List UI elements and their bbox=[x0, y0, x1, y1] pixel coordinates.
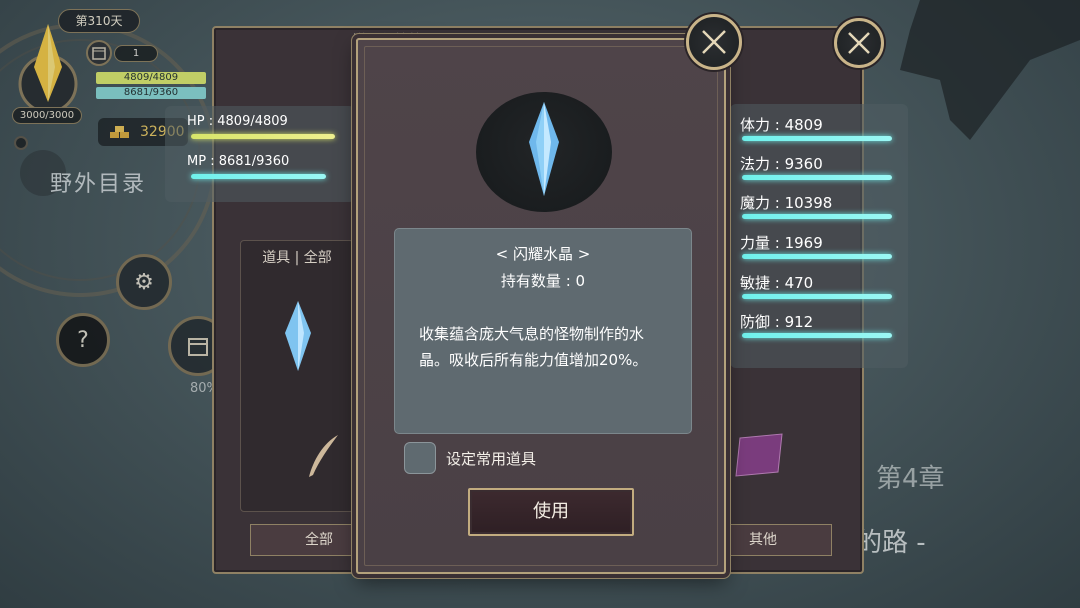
item-name: < 闪耀水晶 > bbox=[495, 245, 591, 263]
storage-close-button[interactable] bbox=[834, 18, 884, 68]
hp-counter: 3000/3000 bbox=[12, 107, 82, 124]
question-icon: ? bbox=[77, 327, 89, 353]
stat-bar bbox=[742, 333, 892, 338]
favorite-item-label: 设定常用道具 bbox=[446, 450, 537, 468]
mp-bar bbox=[191, 174, 326, 179]
stat-agility: 敏捷 : 470 bbox=[740, 274, 814, 292]
stat-bar bbox=[742, 136, 892, 141]
hp-label: HP : 4809/4809 bbox=[187, 114, 288, 129]
hp-bar bbox=[191, 134, 335, 139]
stat-row-strength: 力量 : 1969 bbox=[740, 232, 900, 259]
chapter-title: 第4章 bbox=[876, 464, 945, 494]
item-portrait bbox=[476, 92, 612, 212]
blue-crystal-icon[interactable] bbox=[281, 299, 315, 373]
close-x-icon bbox=[848, 32, 870, 54]
field-menu-title: 野外目录 bbox=[50, 172, 147, 197]
calendar-icon bbox=[188, 338, 208, 356]
calendar-icon[interactable] bbox=[86, 40, 112, 66]
settings-button[interactable]: ⚙ bbox=[116, 254, 172, 310]
calendar-count: 1 bbox=[114, 45, 158, 62]
gears-icon: ⚙ bbox=[134, 269, 154, 295]
hud-dot bbox=[14, 136, 28, 150]
map-silhouette bbox=[900, 0, 1080, 140]
blue-crystal-icon bbox=[529, 102, 559, 196]
item-list: 道具 | 全部 bbox=[240, 240, 354, 512]
stat-stamina: 体力 : 4809 bbox=[740, 116, 823, 134]
stat-strength: 力量 : 1969 bbox=[740, 234, 823, 252]
help-button[interactable]: ? bbox=[56, 313, 110, 367]
favorite-item-checkbox[interactable] bbox=[404, 442, 436, 474]
stat-row-mana: 法力 : 9360 bbox=[740, 153, 900, 180]
item-list-header: 道具 | 全部 bbox=[262, 250, 332, 266]
stat-bar bbox=[742, 294, 892, 299]
stat-mana: 法力 : 9360 bbox=[740, 155, 823, 173]
item-description: 收集蕴含庞大气息的怪物制作的水晶。吸收后所有能力值增加20%。 bbox=[419, 325, 648, 369]
use-button[interactable]: 使用 bbox=[468, 488, 634, 536]
stat-row-stamina: 体力 : 4809 bbox=[740, 114, 900, 141]
purple-cloth-icon[interactable] bbox=[732, 432, 788, 478]
stat-bar bbox=[742, 175, 892, 180]
stat-row-magic: 魔力 : 10398 bbox=[740, 192, 900, 219]
dialog-close-button[interactable] bbox=[686, 14, 742, 70]
stat-bar bbox=[742, 214, 892, 219]
mp-mini-bar: 8681/9360 bbox=[96, 87, 206, 99]
item-quantity: 持有数量 : 0 bbox=[500, 272, 586, 290]
hp-mp-panel: HP : 4809/4809 MP : 8681/9360 bbox=[165, 106, 355, 202]
stat-defense: 防御 : 912 bbox=[740, 313, 814, 331]
close-x-icon bbox=[702, 30, 726, 54]
stat-bar bbox=[742, 254, 892, 259]
item-detail-dialog: < 闪耀水晶 > 持有数量 : 0 收集蕴含庞大气息的怪物制作的水晶。吸收后所有… bbox=[356, 38, 726, 574]
stat-magic: 魔力 : 10398 bbox=[740, 194, 833, 212]
stats-panel: 体力 : 4809 法力 : 9360 魔力 : 10398 力量 : 1969… bbox=[730, 104, 908, 368]
mp-label: MP : 8681/9360 bbox=[187, 154, 290, 169]
yellow-crystal-emblem-icon bbox=[18, 24, 78, 112]
item-description-box: < 闪耀水晶 > 持有数量 : 0 收集蕴含庞大气息的怪物制作的水晶。吸收后所有… bbox=[394, 228, 692, 434]
stat-row-agility: 敏捷 : 470 bbox=[740, 272, 900, 299]
gold-bars-icon bbox=[110, 126, 129, 138]
stat-row-defense: 防御 : 912 bbox=[740, 311, 900, 338]
hp-mini-bar: 4809/4809 bbox=[96, 72, 206, 84]
feather-icon[interactable] bbox=[303, 431, 343, 481]
